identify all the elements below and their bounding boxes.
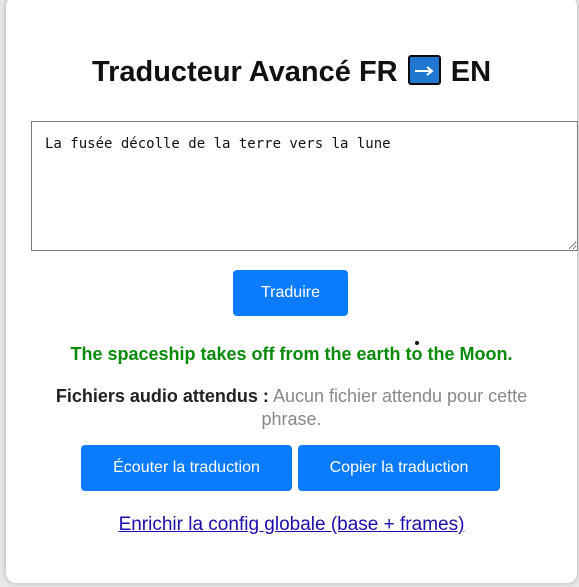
- right-arrow-icon: [407, 55, 441, 85]
- translation-result: The spaceship takes off from the earth t…: [70, 344, 513, 364]
- audio-files-info: Fichiers audio attendus : Aucun fichier …: [26, 385, 557, 431]
- translate-button[interactable]: Traduire: [233, 270, 348, 316]
- enrich-config-link[interactable]: Enrichir la config globale (base + frame…: [6, 513, 577, 537]
- page-title: Traducteur Avancé FR EN: [6, 54, 577, 90]
- source-text-input[interactable]: La fusée décolle de la terre vers la lun…: [31, 121, 578, 251]
- translator-card: Traducteur Avancé FR EN La fusée décolle…: [6, 0, 578, 583]
- audio-files-label: Fichiers audio attendus :: [55, 386, 269, 406]
- audio-files-value: Aucun fichier attendu pour cette phrase.: [261, 386, 528, 429]
- cursor-dot-icon: [415, 341, 419, 345]
- title-suffix: EN: [450, 56, 492, 88]
- copy-translation-button[interactable]: Copier la traduction: [298, 445, 500, 491]
- title-prefix: Traducteur Avancé FR: [91, 56, 398, 88]
- listen-translation-button[interactable]: Écouter la traduction: [81, 445, 292, 491]
